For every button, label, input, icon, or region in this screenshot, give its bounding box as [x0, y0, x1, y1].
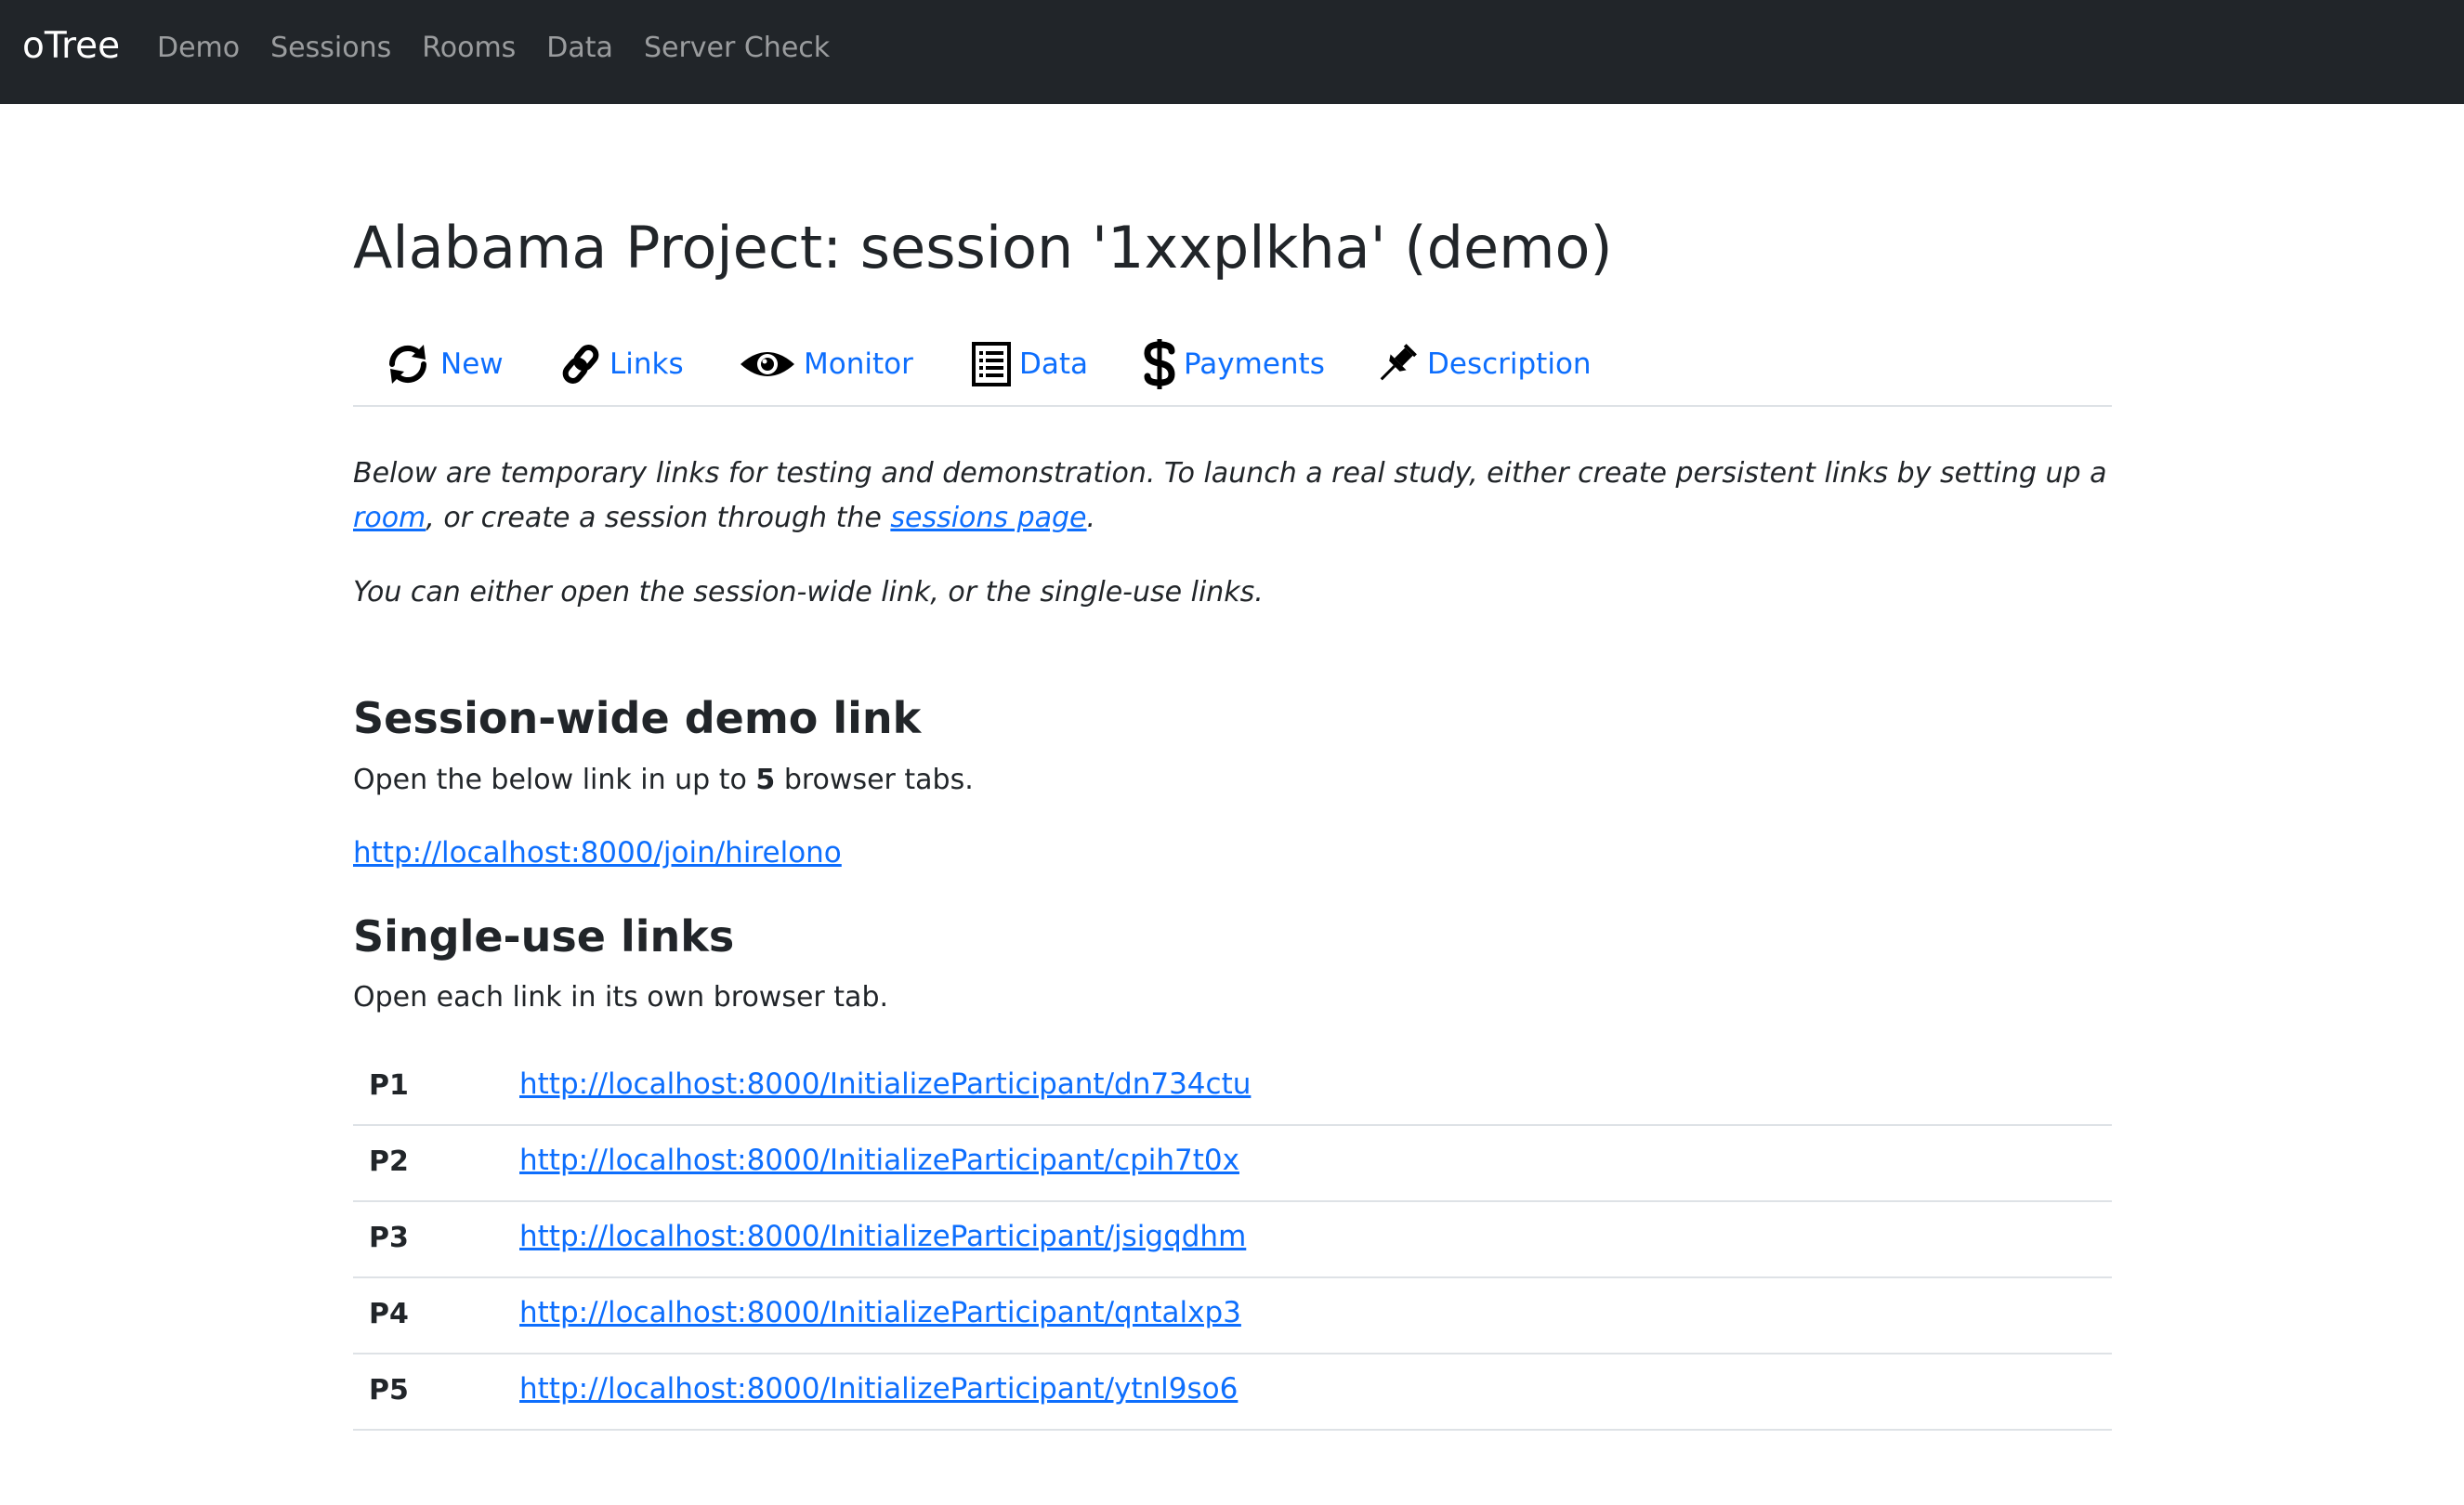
brand-logo[interactable]: oTree — [22, 28, 120, 64]
table-row: P2 http://localhost:8000/InitializeParti… — [353, 1126, 2112, 1202]
refresh-icon — [383, 339, 433, 389]
eye-icon — [739, 344, 796, 385]
top-navbar: oTree Demo Sessions Rooms Data Server Ch… — [0, 0, 2464, 104]
nav-item-rooms[interactable]: Rooms — [422, 34, 516, 62]
tab-payments-label: Payments — [1184, 347, 1325, 381]
participant-id: P1 — [369, 1069, 409, 1102]
single-use-links-table: P1 http://localhost:8000/InitializeParti… — [353, 1050, 2112, 1431]
intro-paragraph: Below are temporary links for testing an… — [353, 452, 2112, 541]
pin-icon — [1373, 341, 1420, 387]
session-wide-description: Open the below link in up to 5 browser t… — [353, 766, 974, 794]
participant-link[interactable]: http://localhost:8000/InitializeParticip… — [519, 1296, 1241, 1329]
intro-text: Below are temporary links for testing an… — [353, 457, 2107, 490]
tab-monitor-label: Monitor — [804, 347, 913, 381]
tab-new[interactable]: New — [383, 338, 504, 390]
participant-id: P2 — [369, 1145, 409, 1178]
room-link[interactable]: room — [353, 502, 426, 534]
list-icon — [971, 341, 1012, 387]
session-wide-text-end: browser tabs. — [775, 764, 974, 796]
tab-data-label: Data — [1019, 347, 1089, 381]
participant-link[interactable]: http://localhost:8000/InitializeParticip… — [519, 1067, 1251, 1101]
sessions-page-link[interactable]: sessions page — [890, 502, 1086, 534]
intro-note: You can either open the session-wide lin… — [353, 576, 1264, 609]
tab-description-label: Description — [1427, 347, 1592, 381]
tab-payments[interactable]: Payments — [1143, 338, 1325, 390]
intro-text-end: . — [1086, 502, 1096, 534]
link-icon — [559, 341, 602, 387]
table-row: P5 http://localhost:8000/InitializeParti… — [353, 1354, 2112, 1431]
nav-item-demo[interactable]: Demo — [157, 34, 240, 62]
tab-monitor[interactable]: Monitor — [739, 338, 913, 390]
dollar-icon — [1143, 338, 1176, 390]
tab-links-label: Links — [609, 347, 684, 381]
session-wide-heading: Session-wide demo link — [353, 693, 922, 743]
tab-count: 5 — [755, 764, 776, 796]
single-use-heading: Single-use links — [353, 911, 735, 962]
tab-new-label: New — [440, 347, 504, 381]
nav-item-server-check[interactable]: Server Check — [644, 34, 830, 62]
table-row: P1 http://localhost:8000/InitializeParti… — [353, 1050, 2112, 1126]
nav-item-data[interactable]: Data — [546, 34, 613, 62]
participant-id: P5 — [369, 1374, 409, 1407]
participant-link[interactable]: http://localhost:8000/InitializeParticip… — [519, 1372, 1238, 1406]
tab-links[interactable]: Links — [559, 338, 684, 390]
participant-id: P3 — [369, 1222, 409, 1254]
session-wide-text: Open the below link in up to — [353, 764, 756, 796]
table-row: P3 http://localhost:8000/InitializeParti… — [353, 1202, 2112, 1278]
participant-link[interactable]: http://localhost:8000/InitializeParticip… — [519, 1220, 1246, 1253]
session-tabs: New Links Monitor Data Payments Descript… — [353, 338, 2112, 407]
nav-menu: Demo Sessions Rooms Data Server Check — [157, 34, 860, 62]
nav-item-sessions[interactable]: Sessions — [270, 34, 391, 62]
participant-link[interactable]: http://localhost:8000/InitializeParticip… — [519, 1144, 1239, 1177]
session-wide-url[interactable]: http://localhost:8000/join/hirelono — [353, 836, 842, 870]
page-title: Alabama Project: session '1xxplkha' (dem… — [353, 214, 1613, 281]
intro-text-cont: , or create a session through the — [426, 502, 891, 534]
tab-data[interactable]: Data — [971, 338, 1088, 390]
tab-description[interactable]: Description — [1373, 338, 1592, 390]
single-use-description: Open each link in its own browser tab. — [353, 981, 889, 1014]
participant-id: P4 — [369, 1298, 409, 1330]
table-row: P4 http://localhost:8000/InitializeParti… — [353, 1278, 2112, 1354]
